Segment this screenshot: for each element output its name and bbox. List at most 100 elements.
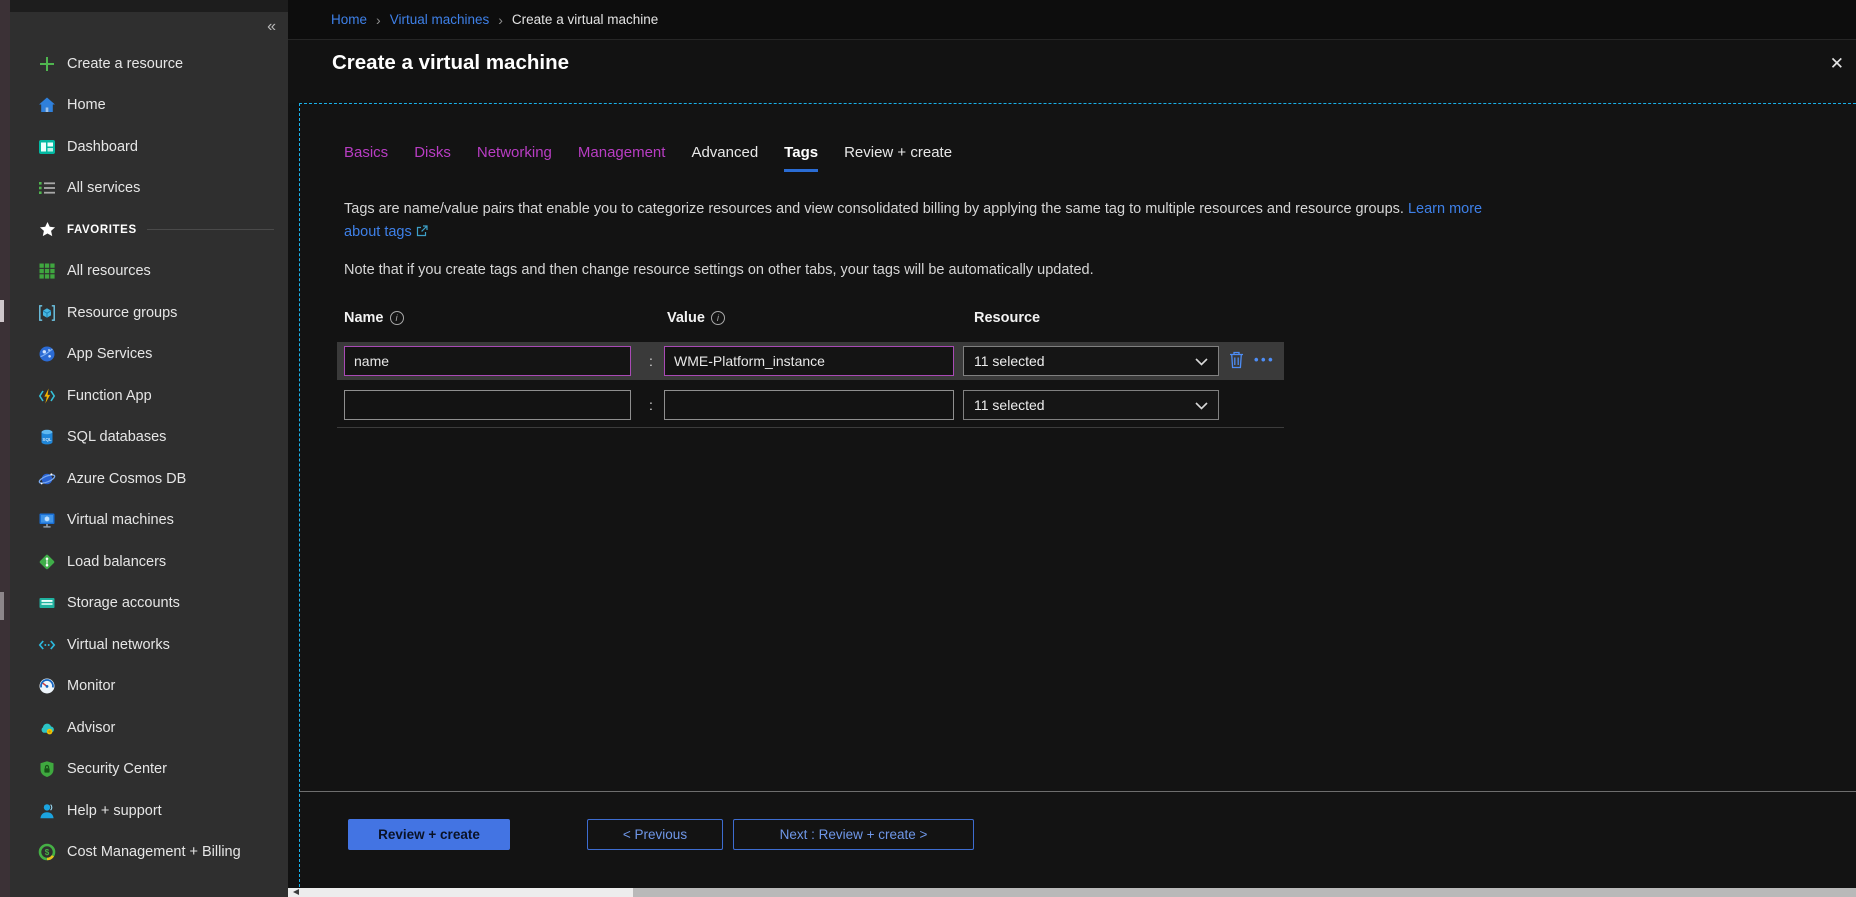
sidebar-item-label: Help + support (67, 803, 162, 819)
window-edge-highlight (0, 592, 4, 620)
tag-name-input[interactable] (344, 346, 631, 376)
review-create-button[interactable]: Review + create (348, 819, 510, 850)
breadcrumb-virtual-machines[interactable]: Virtual machines (390, 12, 490, 27)
tab-review-create[interactable]: Review + create (844, 144, 952, 172)
breadcrumb-home[interactable]: Home (331, 12, 367, 27)
tab-networking[interactable]: Networking (477, 144, 552, 172)
sidebar-item-label: Function App (67, 388, 152, 404)
tags-note: Note that if you create tags and then ch… (344, 262, 1544, 278)
sidebar-item-label: All services (67, 180, 140, 196)
tag-value-input-empty[interactable] (664, 390, 954, 420)
next-button[interactable]: Next : Review + create > (733, 819, 974, 850)
dropdown-selected-value: 11 selected (974, 353, 1045, 369)
sidebar-item-app-services[interactable]: App Services (10, 334, 288, 376)
tag-separator: : (645, 390, 657, 420)
window-edge (0, 0, 10, 897)
sidebar-item-dashboard[interactable]: Dashboard (10, 126, 288, 168)
network-icon (37, 635, 57, 655)
advisor-icon (37, 718, 57, 738)
tag-resource-dropdown[interactable]: 11 selected (963, 346, 1219, 376)
close-icon[interactable]: ✕ (1824, 52, 1850, 76)
sidebar-item-home[interactable]: Home (10, 85, 288, 127)
balancer-icon (37, 552, 57, 572)
tag-value-input[interactable] (664, 346, 954, 376)
tab-advanced[interactable]: Advanced (691, 144, 758, 172)
sidebar-item-virtual-machines[interactable]: Virtual machines (10, 500, 288, 542)
column-header-name: Name i (344, 310, 404, 326)
previous-button[interactable]: < Previous (587, 819, 723, 850)
sidebar-item-all-resources[interactable]: All resources (10, 251, 288, 293)
sidebar-item-sql-databases[interactable]: SQL SQL databases (10, 417, 288, 459)
horizontal-scrollbar[interactable] (288, 888, 1856, 897)
sidebar-top-strip (10, 0, 288, 12)
sidebar-item-cost-management-billing[interactable]: $ Cost Management + Billing (10, 832, 288, 874)
tags-description: Tags are name/value pairs that enable yo… (344, 198, 1489, 245)
star-icon (37, 220, 57, 240)
info-icon[interactable]: i (711, 311, 725, 325)
list-icon (37, 178, 57, 198)
sidebar-item-all-services[interactable]: All services (10, 168, 288, 210)
window-edge-highlight (0, 300, 4, 322)
tab-basics[interactable]: Basics (344, 144, 388, 172)
column-header-value: Value i (667, 310, 725, 326)
storage-icon (37, 593, 57, 613)
sidebar-item-label: Virtual networks (67, 637, 170, 653)
sidebar-item-azure-cosmos-db[interactable]: Azure Cosmos DB (10, 458, 288, 500)
dashboard-icon (37, 137, 57, 157)
grid-icon (37, 261, 57, 281)
billing-icon: $ (37, 842, 57, 862)
tab-tags[interactable]: Tags (784, 144, 818, 172)
breadcrumb: Home › Virtual machines › Create a virtu… (288, 0, 1856, 39)
sidebar-item-help-support[interactable]: Help + support (10, 790, 288, 832)
scroll-left-arrow-icon[interactable] (293, 889, 299, 895)
breadcrumb-current: Create a virtual machine (512, 12, 658, 27)
dropdown-selected-value: 11 selected (974, 397, 1045, 413)
section-divider (147, 229, 274, 230)
sidebar-section-label: FAVORITES (67, 224, 137, 236)
trash-icon[interactable] (1229, 351, 1244, 374)
breadcrumb-separator: › (498, 12, 503, 28)
sidebar-item-label: App Services (67, 346, 152, 362)
sidebar-item-resource-groups[interactable]: Resource groups (10, 292, 288, 334)
sidebar-item-label: Virtual machines (67, 512, 174, 528)
sidebar-item-storage-accounts[interactable]: Storage accounts (10, 583, 288, 625)
main-content: Home › Virtual machines › Create a virtu… (288, 0, 1856, 897)
tab-management[interactable]: Management (578, 144, 666, 172)
gauge-icon (37, 676, 57, 696)
sidebar-item-label: Advisor (67, 720, 115, 736)
sidebar-item-label: Load balancers (67, 554, 166, 570)
sidebar-collapse-button[interactable]: « (263, 16, 280, 38)
sidebar-item-label: Azure Cosmos DB (67, 471, 186, 487)
chevron-down-icon (1195, 353, 1208, 369)
svg-text:$: $ (45, 848, 50, 857)
support-icon (37, 801, 57, 821)
tags-panel: Basics Disks Networking Management Advan… (299, 103, 1856, 897)
svg-text:SQL: SQL (42, 437, 52, 442)
sidebar-item-label: Resource groups (67, 305, 177, 321)
sidebar-item-monitor[interactable]: Monitor (10, 666, 288, 708)
sidebar-item-security-center[interactable]: Security Center (10, 749, 288, 791)
sidebar-item-create-a-resource[interactable]: Create a resource (10, 43, 288, 85)
sidebar-item-label: Monitor (67, 678, 115, 694)
more-options-icon[interactable]: ••• (1254, 346, 1275, 376)
tag-name-input-empty[interactable] (344, 390, 631, 420)
sidebar-item-function-app[interactable]: Function App (10, 375, 288, 417)
sidebar-item-label: Dashboard (67, 139, 138, 155)
info-icon[interactable]: i (390, 311, 404, 325)
sidebar-item-label: Storage accounts (67, 595, 180, 611)
sidebar-item-virtual-networks[interactable]: Virtual networks (10, 624, 288, 666)
scrollbar-thumb[interactable] (633, 888, 1856, 897)
column-header-resource-label: Resource (974, 310, 1040, 326)
sidebar-item-advisor[interactable]: Advisor (10, 707, 288, 749)
sidebar-item-label: Security Center (67, 761, 167, 777)
tag-resource-dropdown[interactable]: 11 selected (963, 390, 1219, 420)
page-title: Create a virtual machine (332, 51, 569, 75)
external-link-icon (416, 222, 428, 245)
title-bar: Create a virtual machine ✕ (288, 39, 1856, 103)
sidebar-section-favorites: FAVORITES (10, 209, 288, 251)
sidebar-nav: Create a resource Home Dashboard All ser… (10, 12, 288, 873)
sidebar-item-load-balancers[interactable]: Load balancers (10, 541, 288, 583)
tab-disks[interactable]: Disks (414, 144, 451, 172)
column-header-name-label: Name (344, 310, 384, 326)
wizard-tabs: Basics Disks Networking Management Advan… (344, 144, 952, 172)
